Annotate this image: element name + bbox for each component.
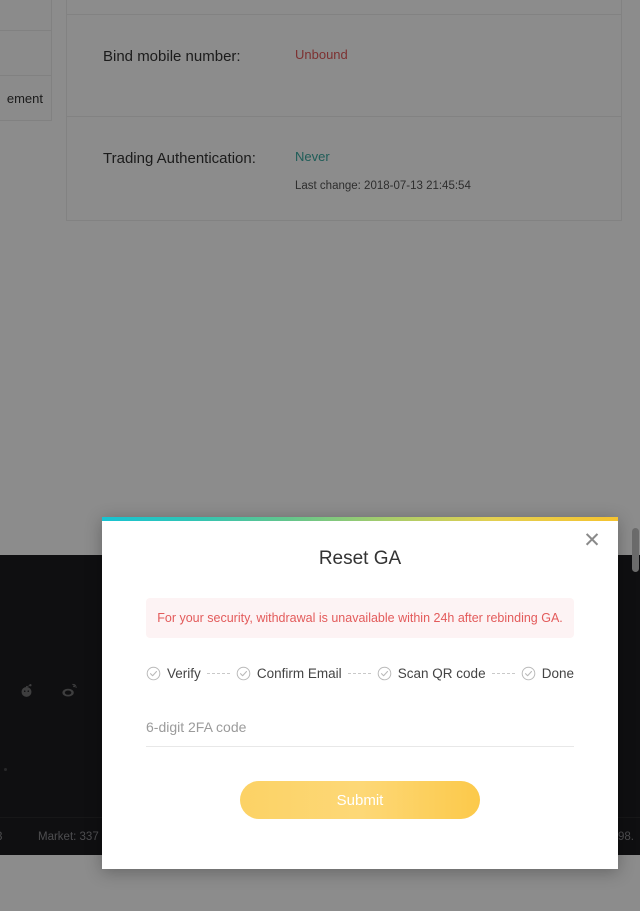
step-separator	[491, 673, 515, 675]
step-separator	[347, 673, 371, 675]
twofa-code-input[interactable]	[146, 719, 574, 736]
reset-ga-modal: ✕ Reset GA For your security, withdrawal…	[102, 517, 618, 870]
step-separator	[206, 673, 230, 675]
screen-root: ement Bind Google Authenticator: Already…	[0, 0, 640, 911]
close-icon[interactable]: ✕	[579, 527, 605, 553]
modal-title: Reset GA	[318, 548, 402, 569]
check-circle-icon	[236, 666, 251, 681]
step-verify: Verify	[146, 666, 201, 681]
modal-body: For your security, withdrawal is unavail…	[102, 598, 618, 869]
check-circle-icon	[146, 666, 161, 681]
step-done: Done	[521, 666, 574, 681]
step-label: Done	[541, 666, 574, 682]
step-label: Verify	[167, 666, 201, 682]
step-scan-qr-code: Scan QR code	[377, 666, 486, 681]
submit-row: Submit	[146, 781, 574, 869]
submit-button[interactable]: Submit	[240, 781, 480, 820]
step-label: Confirm Email	[256, 666, 342, 682]
step-confirm-email: Confirm Email	[236, 666, 342, 681]
step-indicator: Verify Confirm Email Scan QR code Done	[146, 666, 574, 681]
security-warning-banner: For your security, withdrawal is unavail…	[146, 598, 574, 639]
check-circle-icon	[377, 666, 392, 681]
check-circle-icon	[521, 666, 535, 681]
step-label: Scan QR code	[397, 666, 486, 682]
twofa-code-field-wrapper	[146, 719, 574, 748]
